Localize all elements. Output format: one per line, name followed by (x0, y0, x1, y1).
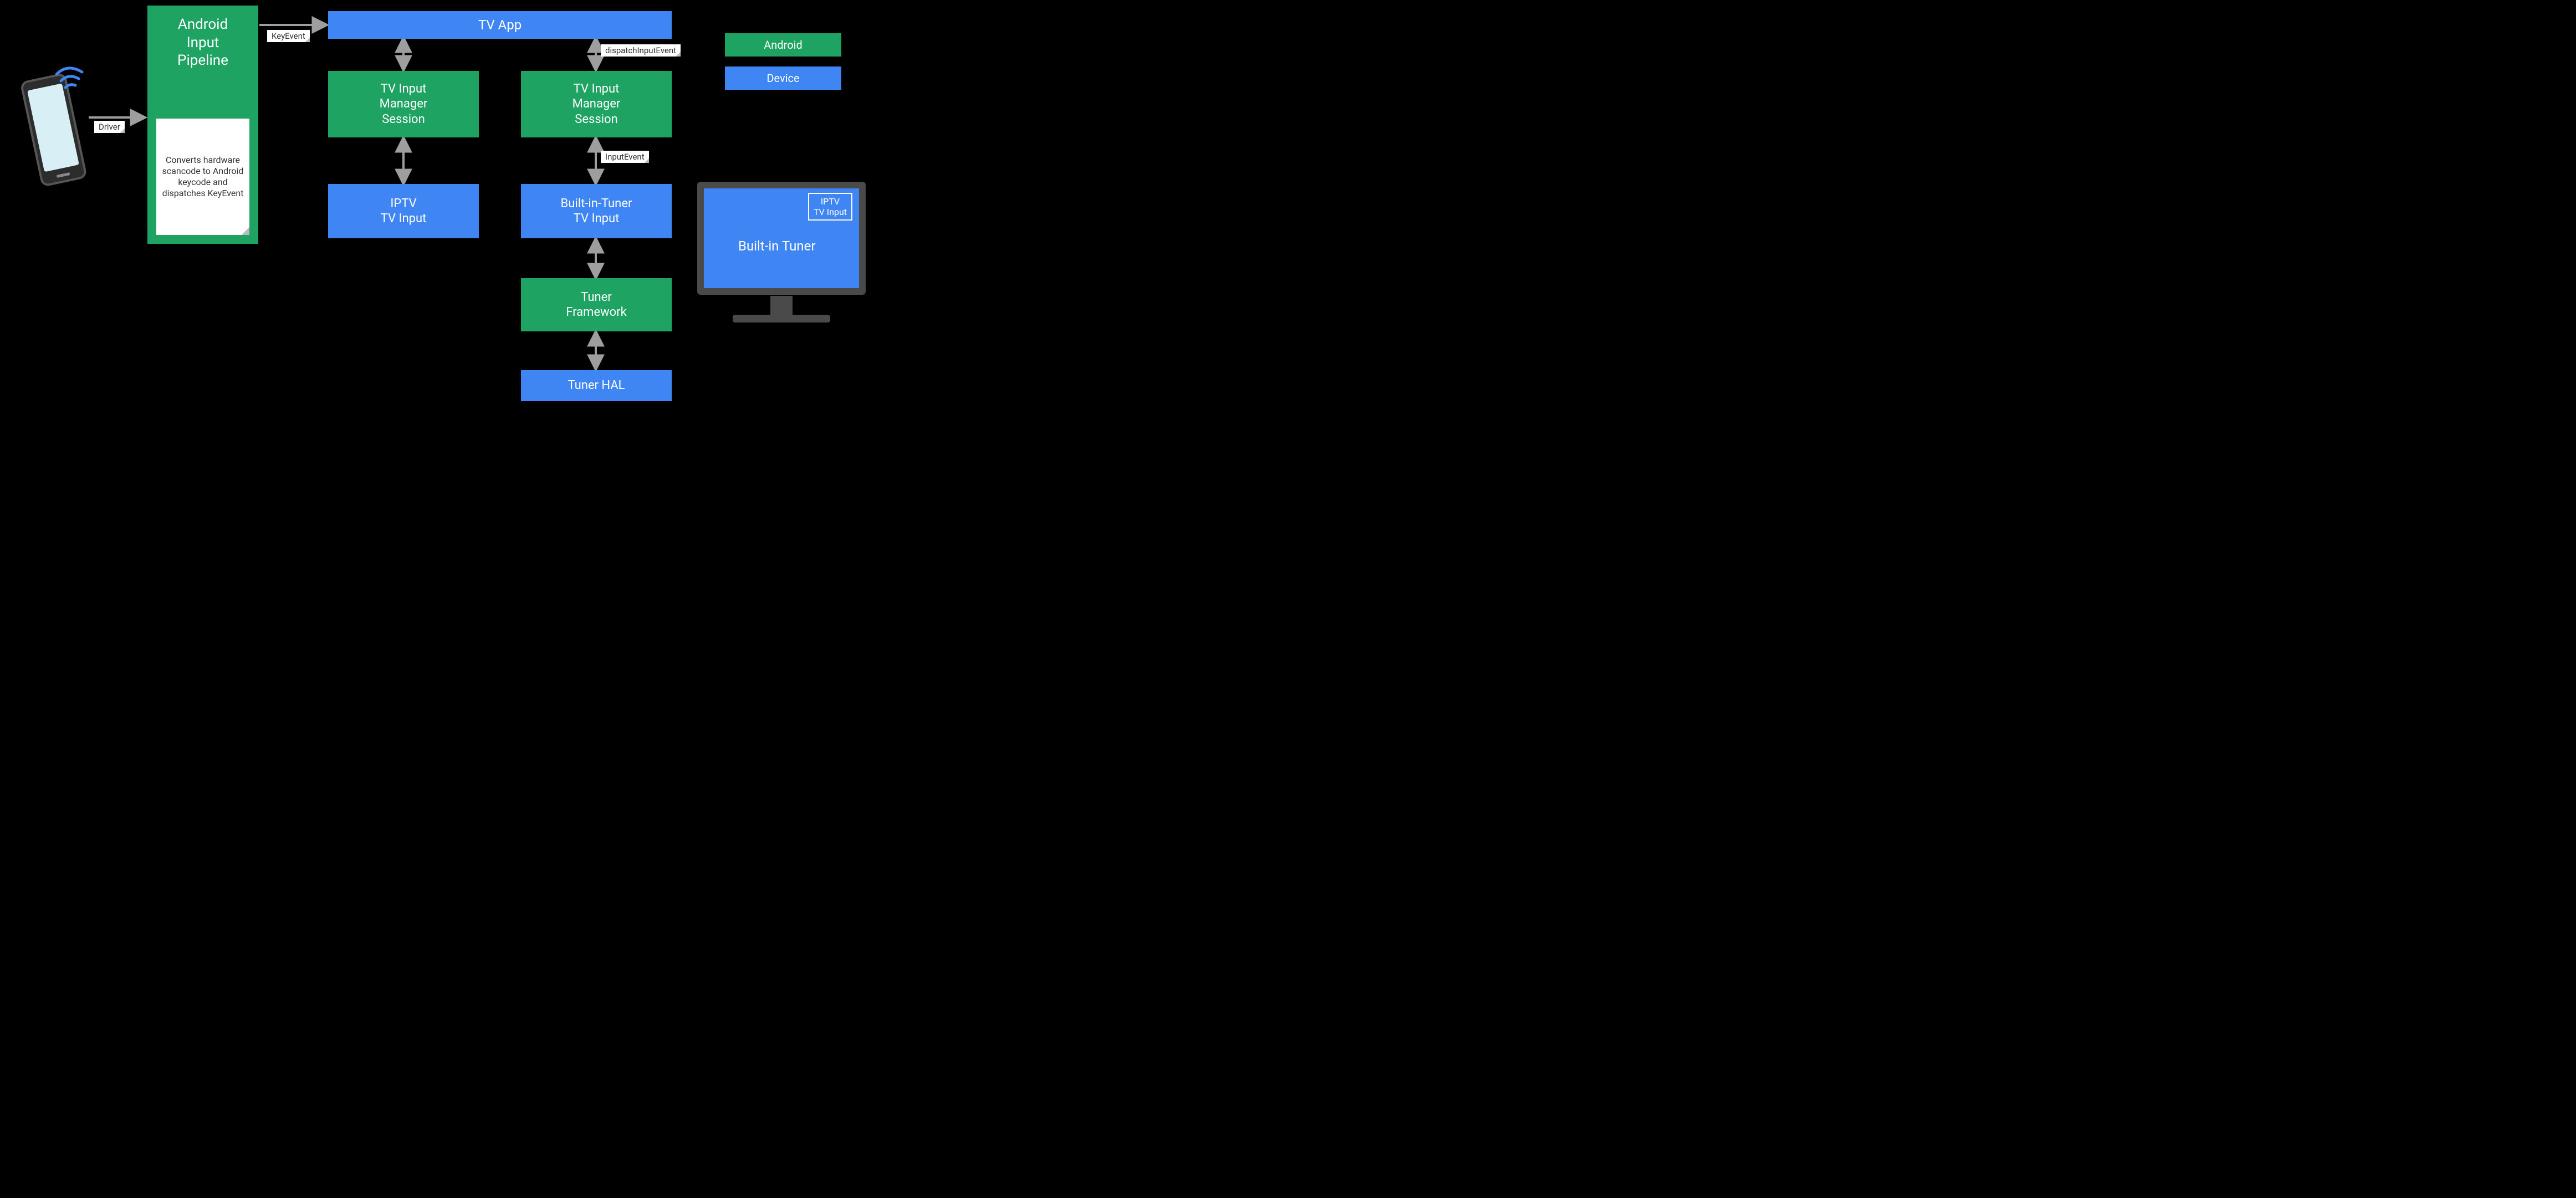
tv-app-label: TV App (478, 17, 522, 33)
legend-android-box: Android (725, 33, 841, 57)
legend-device-label: Device (766, 71, 799, 85)
builtin-tuner-input-box: Built-in-Tuner TV Input (521, 184, 672, 238)
tims-left-box: TV Input Manager Session (328, 71, 479, 137)
tims-left-label: TV Input Manager Session (380, 81, 428, 127)
android-input-pipeline-label: Android Input Pipeline (177, 16, 228, 70)
edge-label-dispatchinputevent-text: dispatchInputEvent (605, 45, 676, 55)
edge-label-keyevent-text: KeyEvent (272, 31, 305, 41)
edge-label-inputevent: InputEvent (601, 151, 649, 163)
tuner-hal-label: Tuner HAL (568, 378, 625, 393)
tv-screen-label-text: Built-in Tuner (738, 238, 815, 254)
iptv-input-box: IPTV TV Input (328, 184, 479, 238)
pipeline-note: Converts hardware scancode to Android ke… (156, 119, 249, 235)
iptv-input-label: IPTV TV Input (381, 196, 427, 227)
tuner-framework-box: Tuner Framework (521, 278, 672, 331)
tv-badge-text: IPTV TV Input (814, 196, 847, 217)
tv-screen-label: Built-in Tuner (738, 238, 815, 254)
tuner-framework-label: Tuner Framework (566, 290, 627, 320)
tims-right-box: TV Input Manager Session (521, 71, 672, 137)
legend-device-box: Device (725, 66, 841, 90)
legend-android-label: Android (764, 38, 803, 52)
tv-monitor-icon: IPTV TV Input Built-in Tuner (694, 178, 869, 334)
tv-app-box: TV App (328, 11, 672, 39)
edge-label-keyevent: KeyEvent (267, 30, 310, 42)
edge-label-inputevent-text: InputEvent (605, 152, 645, 162)
tims-right-label: TV Input Manager Session (573, 81, 621, 127)
edge-label-driver-text: Driver (99, 122, 120, 132)
edge-label-dispatchinputevent: dispatchInputEvent (601, 44, 681, 57)
tv-badge: IPTV TV Input (808, 193, 852, 221)
tuner-hal-box: Tuner HAL (521, 370, 672, 401)
builtin-tuner-input-label: Built-in-Tuner TV Input (561, 196, 632, 227)
edge-label-driver: Driver (94, 121, 125, 133)
remote-device-icon (17, 55, 89, 199)
pipeline-note-text: Converts hardware scancode to Android ke… (161, 155, 245, 199)
